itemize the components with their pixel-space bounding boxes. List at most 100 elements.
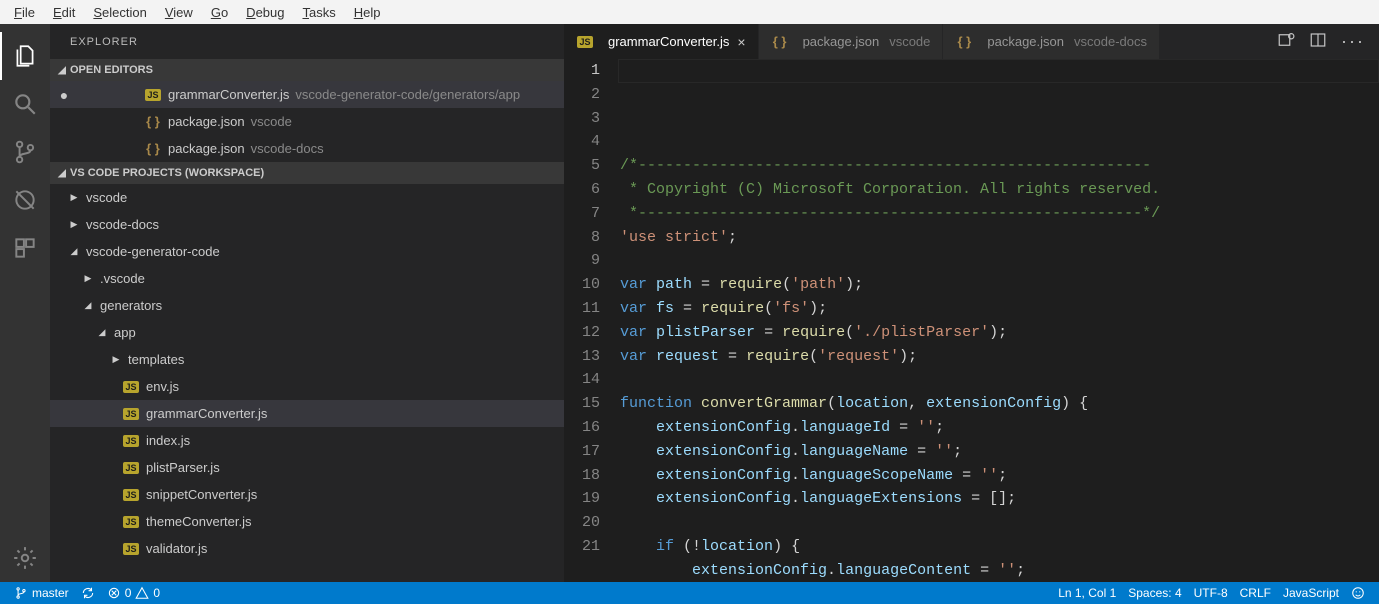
- branch-name: master: [32, 586, 69, 600]
- js-file-icon: JS: [122, 489, 140, 501]
- activity-debug[interactable]: [0, 176, 50, 224]
- tree-label: templates: [128, 352, 184, 367]
- code-line: var path = require('path');: [620, 273, 1379, 297]
- status-sync[interactable]: [75, 582, 101, 604]
- tree-label: themeConverter.js: [146, 514, 252, 529]
- current-line-highlight: [618, 59, 1379, 83]
- js-file-icon: JS: [576, 36, 594, 48]
- status-spaces[interactable]: Spaces: 4: [1122, 586, 1187, 600]
- twisty-icon: ◢: [82, 300, 94, 311]
- code-content[interactable]: /*--------------------------------------…: [618, 59, 1379, 582]
- tree-item[interactable]: JS validator.js: [50, 535, 564, 562]
- menu-go[interactable]: Go: [203, 3, 236, 22]
- tree-label: vscode-generator-code: [86, 244, 220, 259]
- error-icon: [107, 586, 121, 600]
- menu-selection[interactable]: Selection: [85, 3, 154, 22]
- menu-tasks[interactable]: Tasks: [294, 3, 343, 22]
- line-number: 4: [564, 130, 600, 154]
- status-branch[interactable]: master: [8, 582, 75, 604]
- menu-view[interactable]: View: [157, 3, 201, 22]
- tree-label: vscode-docs: [86, 217, 159, 232]
- menu-help[interactable]: Help: [346, 3, 389, 22]
- close-icon[interactable]: ×: [737, 34, 745, 50]
- sidebar-title: EXPLORER: [50, 24, 564, 59]
- line-number: 18: [564, 464, 600, 488]
- tree-item[interactable]: JS snippetConverter.js: [50, 481, 564, 508]
- extensions-icon: [12, 235, 38, 261]
- tree-item[interactable]: ▶.vscode: [50, 265, 564, 292]
- line-number: 21: [564, 535, 600, 559]
- menu-file[interactable]: File: [6, 3, 43, 22]
- tree-item[interactable]: JSplistParser.js: [50, 454, 564, 481]
- tree-item[interactable]: JSenv.js: [50, 373, 564, 400]
- twisty-icon: ▶: [110, 354, 122, 365]
- tree-item[interactable]: ◢generators: [50, 292, 564, 319]
- tree-label: snippetConverter.js: [146, 487, 257, 502]
- tree-item[interactable]: ◢ vscode-generator-code: [50, 238, 564, 265]
- twisty-icon: ◢: [68, 246, 80, 257]
- line-number: 3: [564, 107, 600, 131]
- tree-item[interactable]: JSindex.js: [50, 427, 564, 454]
- main-area: EXPLORER ◢ OPEN EDITORS ●JSgrammarConver…: [0, 24, 1379, 582]
- tree-item[interactable]: JSgrammarConverter.js: [50, 400, 564, 427]
- tree-label: plistParser.js: [146, 460, 220, 475]
- workspace-header[interactable]: ◢ VS CODE PROJECTS (WORKSPACE): [50, 162, 564, 184]
- warning-count: 0: [153, 586, 160, 600]
- twisty-icon: ▶: [82, 273, 94, 284]
- tree-item[interactable]: ◢app: [50, 319, 564, 346]
- activity-explorer[interactable]: [0, 32, 50, 80]
- file-name: package.json: [168, 141, 245, 156]
- tree-label: index.js: [146, 433, 190, 448]
- status-encoding[interactable]: UTF-8: [1188, 586, 1234, 600]
- activity-settings[interactable]: [0, 534, 50, 582]
- editor-tab[interactable]: { }package.jsonvscode: [759, 24, 944, 59]
- code-line: * Copyright (C) Microsoft Corporation. A…: [620, 178, 1379, 202]
- line-gutter: 123456789101112131415161718192021: [564, 59, 618, 582]
- split-editor-icon[interactable]: [1309, 31, 1327, 52]
- open-editors-header[interactable]: ◢ OPEN EDITORS: [50, 59, 564, 81]
- open-editor-item[interactable]: { }package.jsonvscode-docs: [50, 135, 564, 162]
- error-count: 0: [125, 586, 132, 600]
- activity-search[interactable]: [0, 80, 50, 128]
- branch-icon: [14, 586, 28, 600]
- open-editor-item[interactable]: { }package.jsonvscode: [50, 108, 564, 135]
- tab-title: package.json: [987, 34, 1064, 49]
- tree-item[interactable]: JSthemeConverter.js: [50, 508, 564, 535]
- line-number: 20: [564, 511, 600, 535]
- compare-changes-icon[interactable]: [1277, 31, 1295, 52]
- gear-icon: [12, 545, 38, 571]
- file-path: vscode: [251, 114, 292, 129]
- activity-scm[interactable]: [0, 128, 50, 176]
- json-file-icon: { }: [955, 34, 973, 49]
- status-position[interactable]: Ln 1, Col 1: [1052, 586, 1122, 600]
- chevron-down-icon: ◢: [54, 168, 70, 179]
- status-problems[interactable]: 0 0: [101, 582, 166, 604]
- status-language[interactable]: JavaScript: [1277, 586, 1345, 600]
- status-feedback[interactable]: [1345, 586, 1371, 600]
- warning-icon: [135, 586, 149, 600]
- tree-label: vscode: [86, 190, 127, 205]
- status-eol[interactable]: CRLF: [1234, 586, 1277, 600]
- code-line: [620, 511, 1379, 535]
- files-icon: [12, 43, 38, 69]
- activity-extensions[interactable]: [0, 224, 50, 272]
- open-editors-label: OPEN EDITORS: [70, 64, 153, 76]
- editor-tab[interactable]: JSgrammarConverter.js×: [564, 24, 759, 59]
- js-file-icon: JS: [122, 543, 140, 555]
- tree-label: validator.js: [146, 541, 207, 556]
- tree-item[interactable]: ▶vscode: [50, 184, 564, 211]
- sidebar: EXPLORER ◢ OPEN EDITORS ●JSgrammarConver…: [50, 24, 564, 582]
- tab-actions: ···: [1263, 24, 1379, 59]
- js-file-icon: JS: [122, 408, 140, 420]
- tab-path: vscode: [889, 34, 930, 49]
- open-editor-item[interactable]: ●JSgrammarConverter.jsvscode-generator-c…: [50, 81, 564, 108]
- json-file-icon: { }: [771, 34, 789, 49]
- code-editor[interactable]: 123456789101112131415161718192021 /*----…: [564, 59, 1379, 582]
- menu-edit[interactable]: Edit: [45, 3, 83, 22]
- tree-item[interactable]: ▶ templates: [50, 346, 564, 373]
- more-icon[interactable]: ···: [1341, 31, 1365, 52]
- code-line: extensionConfig.languageScopeName = '';: [620, 464, 1379, 488]
- editor-tab[interactable]: { }package.jsonvscode-docs: [943, 24, 1160, 59]
- tree-item[interactable]: ▶vscode-docs: [50, 211, 564, 238]
- menu-debug[interactable]: Debug: [238, 3, 292, 22]
